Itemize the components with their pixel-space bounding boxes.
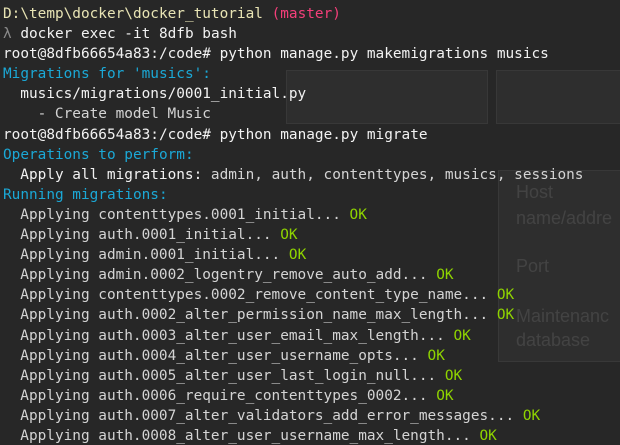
ok-status: OK [522,407,541,424]
terminal-output: D:\temp\docker\docker_tutorial (master) … [3,4,617,445]
terminal-window[interactable]: Host name/addre Port Maintenanc database… [0,0,620,445]
ok-status: OK [496,287,515,304]
applying-label: Applying [20,307,90,324]
applying-label: Applying [20,367,90,384]
migration-row: Applying admin.0001_initial... OK [3,245,617,265]
migration-name: auth.0001_initial... [98,227,272,244]
migrations-header: Migrations for 'musics': [3,66,211,83]
migration-name: auth.0006_require_contenttypes_0002... [98,387,428,404]
shell-prompt: root@8dfb66654a83:/code# [3,126,211,143]
ok-status: OK [453,327,471,344]
migration-name: contenttypes.0001_initial... [98,206,341,223]
migration-row: Applying auth.0006_require_contenttypes_… [3,386,617,406]
apply-all-line: Apply all migrations: admin, auth, conte… [3,165,617,185]
migration-row: Applying contenttypes.0001_initial... OK [3,205,617,225]
ok-status: OK [427,347,445,364]
migration-row: Applying auth.0007_alter_validators_add_… [3,406,617,426]
applying-label: Applying [20,427,90,444]
applying-label: Applying [20,287,90,304]
migration-name: contenttypes.0002_remove_content_type_na… [98,287,489,304]
migration-row: Applying auth.0002_alter_permission_name… [3,305,617,325]
applying-label: Applying [20,347,90,364]
applying-label: Applying [20,206,90,223]
ok-status: OK [479,427,497,444]
applying-label: Applying [20,227,90,244]
lambda-prompt-symbol: λ [3,26,12,43]
command-text: python manage.py migrate [219,126,428,143]
working-directory: D:\temp\docker\docker_tutorial [3,6,263,22]
migration-name: auth.0003_alter_user_email_max_length... [98,327,445,344]
migration-row: Applying admin.0002_logentry_remove_auto… [3,265,617,285]
ok-status: OK [288,247,307,264]
migration-name: auth.0007_alter_validators_add_error_mes… [98,407,515,424]
ok-status: OK [496,307,515,324]
ok-status: OK [436,267,454,284]
git-prompt-line: D:\temp\docker\docker_tutorial (master) [3,4,617,24]
running-migrations-header: Running migrations: [3,186,168,203]
ok-status: OK [349,206,367,223]
command-text: docker exec -it 8dfb bash [20,26,237,43]
migration-row: Applying auth.0004_alter_user_username_o… [3,346,617,366]
migration-list: Applying contenttypes.0001_initial... OK… [3,205,617,445]
migration-action: - Create model Music [37,106,211,123]
ok-status: OK [280,227,298,244]
applying-label: Applying [20,267,90,284]
migration-name: auth.0008_alter_user_username_max_length… [98,427,471,444]
operations-header: Operations to perform: [3,146,194,163]
ok-status: OK [444,367,463,384]
migration-name: auth.0005_alter_user_last_login_null... [98,367,437,384]
ok-status: OK [436,387,454,404]
migration-row: Applying contenttypes.0002_remove_conten… [3,285,617,305]
migration-row: Applying auth.0005_alter_user_last_login… [3,366,617,386]
migration-row: Applying auth.0003_alter_user_email_max_… [3,326,617,346]
migration-name: auth.0002_alter_permission_name_max_leng… [98,307,489,324]
command-line-migrate: root@8dfb66654a83:/code# python manage.p… [3,125,617,145]
migration-row: Applying auth.0001_initial... OK [3,225,617,245]
command-line-docker-exec: λ docker exec -it 8dfb bash [3,24,617,44]
migration-name: admin.0002_logentry_remove_auto_add... [98,267,428,284]
migration-name: admin.0001_initial... [98,247,281,264]
apply-apps: admin, auth, contenttypes, musics, sessi… [210,166,584,183]
applying-label: Applying [20,327,90,344]
shell-prompt: root@8dfb66654a83:/code# [3,46,211,63]
migration-name: auth.0004_alter_user_username_opts... [98,347,419,364]
command-line-makemigrations: root@8dfb66654a83:/code# python manage.p… [3,44,617,64]
apply-label: Apply all migrations: [20,166,203,183]
migration-row: Applying auth.0008_alter_user_username_m… [3,426,617,445]
applying-label: Applying [20,407,90,424]
migration-file: musics/migrations/0001_initial.py [20,86,307,103]
command-text: python manage.py makemigrations musics [219,46,549,63]
applying-label: Applying [20,247,90,264]
applying-label: Applying [20,387,90,404]
git-branch: (master) [271,6,341,22]
